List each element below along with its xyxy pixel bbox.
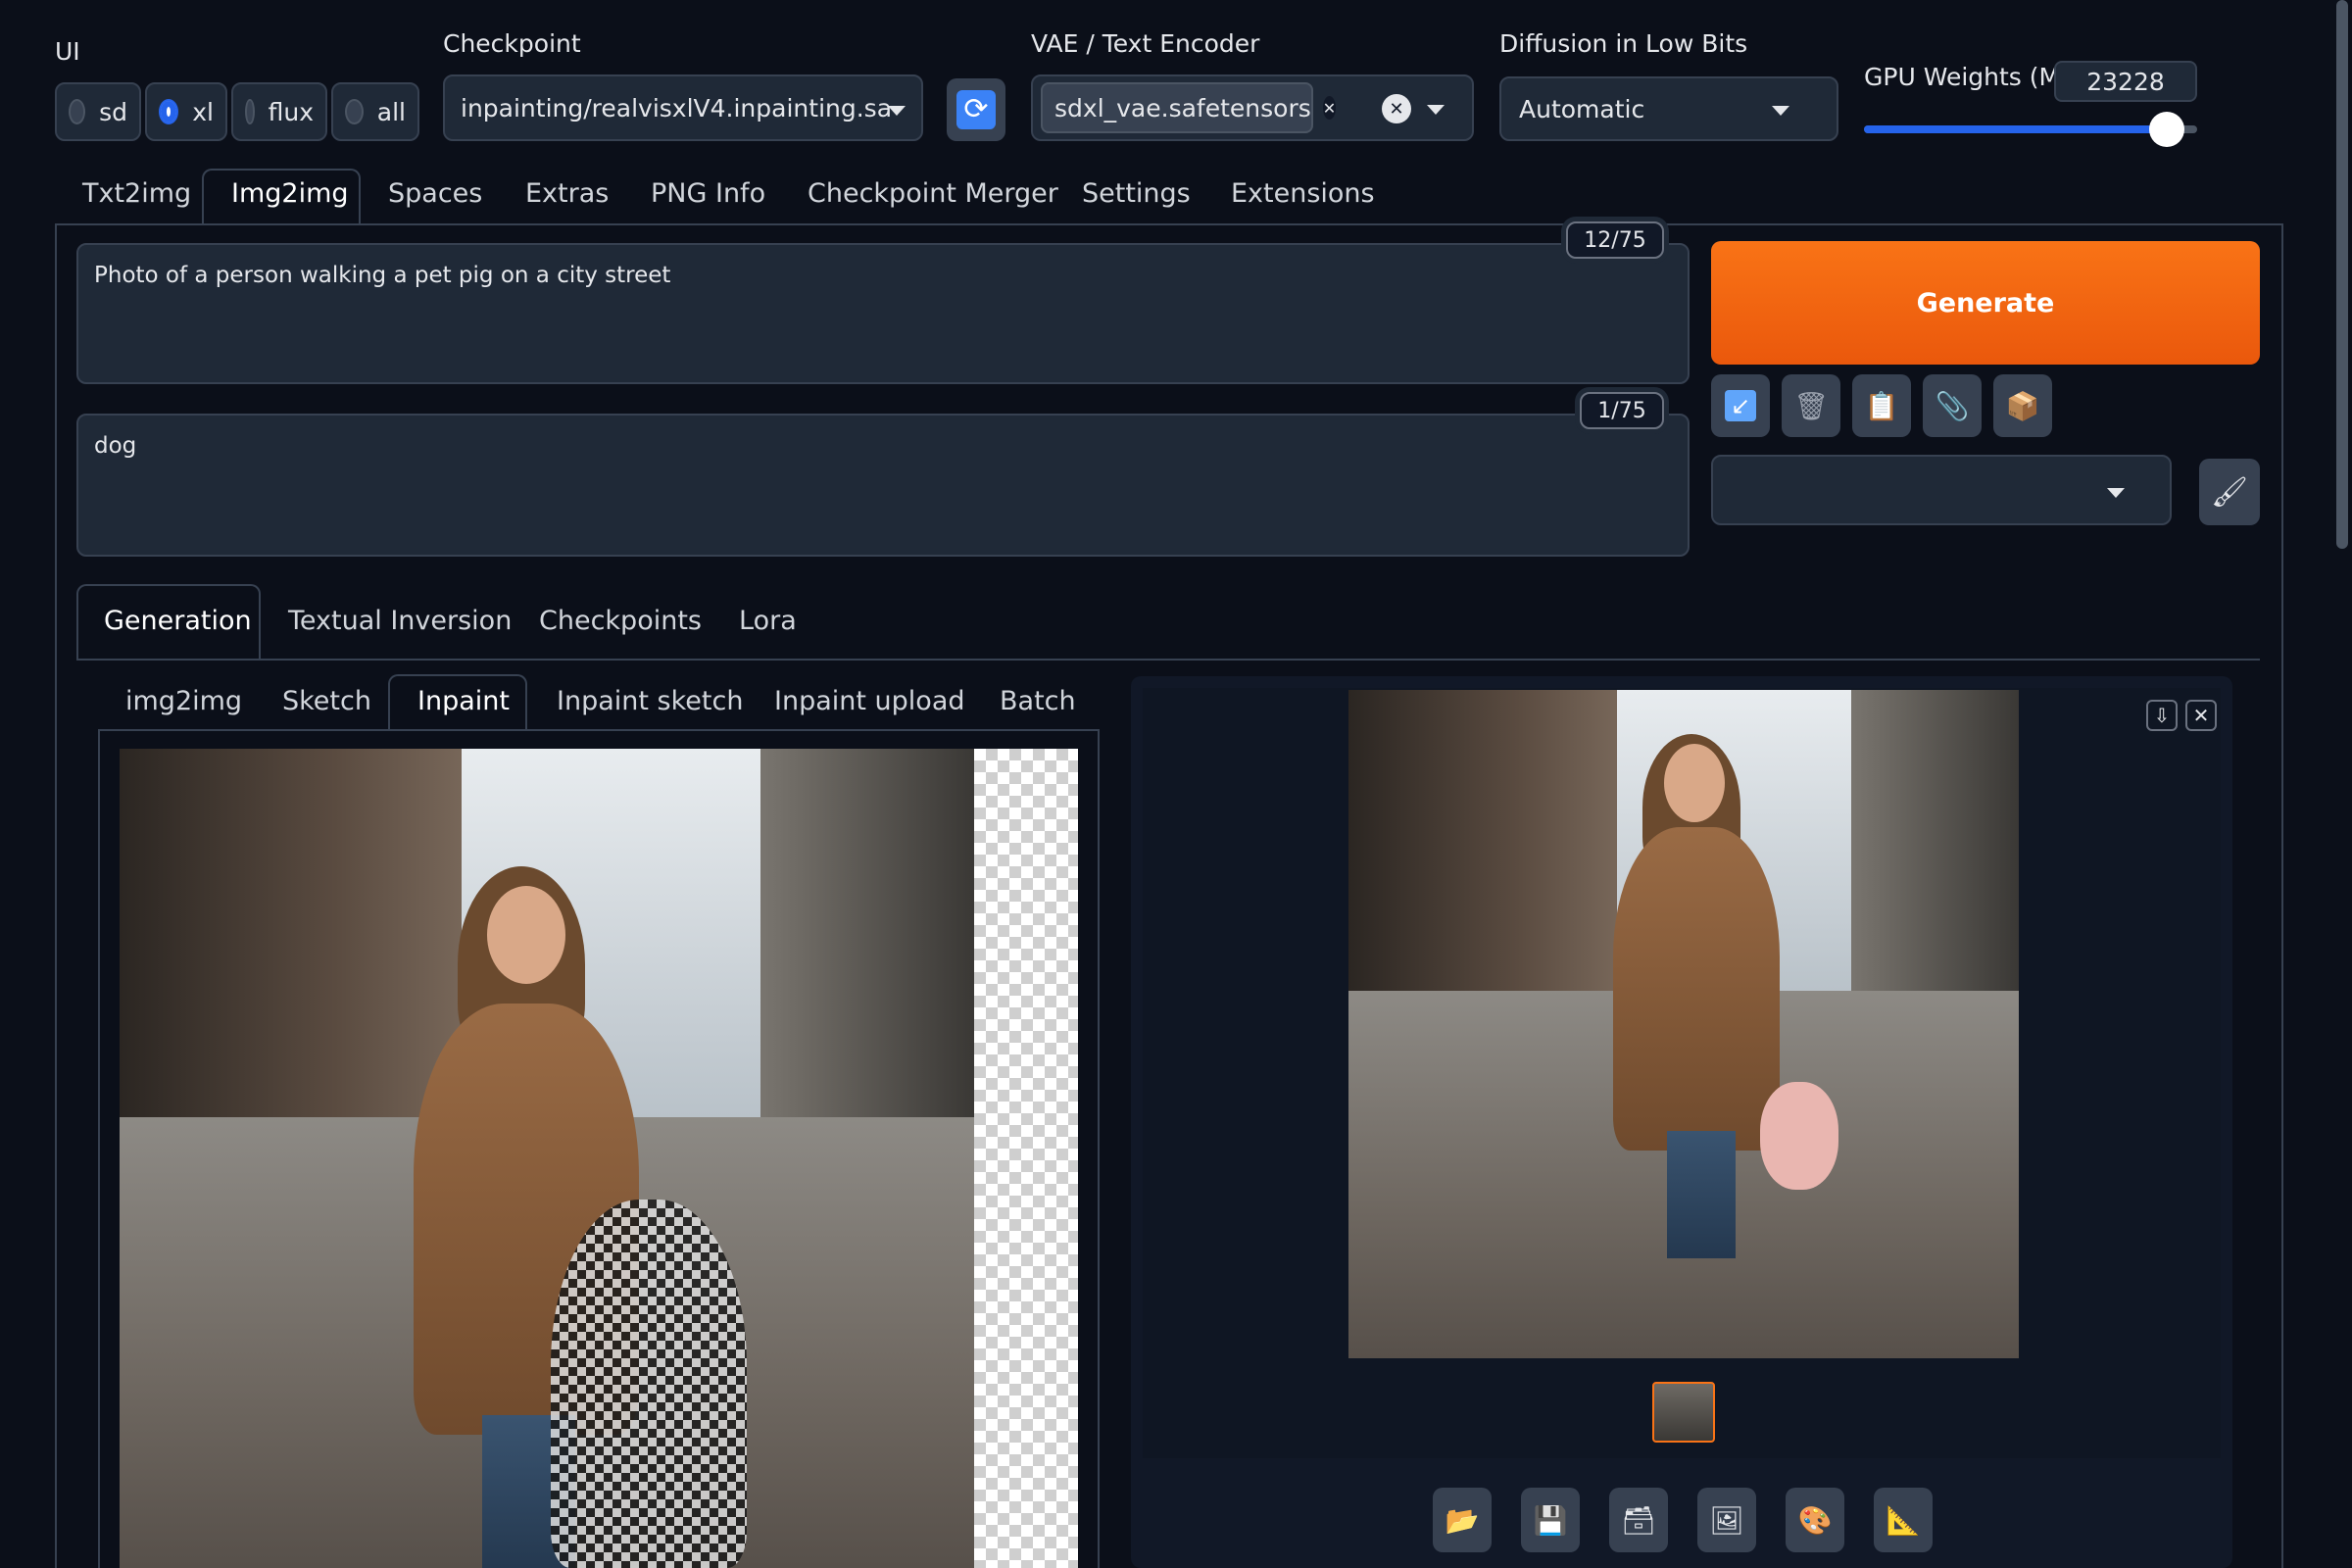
negative-token-counter: 1/75 [1580, 392, 1664, 429]
checkpoint-label: Checkpoint [443, 29, 581, 58]
radio-dot [69, 99, 86, 124]
radio-sd[interactable]: sd [55, 82, 141, 141]
save-button[interactable]: 💾 [1521, 1488, 1580, 1552]
clipboard-icon: 📋 [1864, 389, 1899, 422]
vae-label: VAE / Text Encoder [1031, 29, 1260, 58]
checkpoint-value: inpainting/realvisxlV4.inpainting.safete… [461, 93, 892, 122]
tab-inpaint-upload[interactable]: Inpaint upload [774, 686, 965, 716]
chevron-down-icon[interactable] [1427, 105, 1445, 115]
palette-icon: 🎨 [1797, 1503, 1833, 1537]
trash-icon: 🗑 [1793, 389, 1829, 422]
generated-image[interactable] [1348, 690, 2019, 1358]
tab-img2img[interactable]: Img2img [231, 178, 349, 209]
refresh-icon: ⟳ [956, 90, 996, 129]
low-bits-value: Automatic [1519, 94, 1645, 123]
slider-thumb[interactable] [2149, 112, 2185, 147]
paintbrush-icon: 🖌 [2210, 474, 2249, 510]
radio-label: xl [192, 97, 214, 126]
apply-style-button[interactable]: 📋 [1852, 374, 1911, 437]
low-bits-select[interactable]: Automatic [1499, 76, 1838, 141]
radio-dot-selected [159, 99, 179, 124]
ui-label: UI [55, 37, 80, 66]
source-image [120, 749, 974, 1568]
arrow-down-left-icon: ↙ [1725, 390, 1756, 421]
styles-select[interactable] [1711, 455, 2172, 525]
package-icon: 📦 [2005, 389, 2040, 422]
inpaint-canvas[interactable] [120, 749, 1078, 1568]
vae-chip: sdxl_vae.safetensors ✕ [1041, 82, 1337, 133]
gallery-preview: ⇩ ✕ [1143, 688, 2221, 1458]
tab-checkpoints[interactable]: Checkpoints [539, 606, 702, 636]
zip-button[interactable]: 🗃 [1609, 1488, 1668, 1552]
gen-tab-divider [76, 659, 2260, 661]
read-params-button[interactable]: ↙ [1711, 374, 1770, 437]
tab-spaces[interactable]: Spaces [388, 178, 482, 209]
download-icon[interactable]: ⇩ [2146, 700, 2178, 731]
chevron-down-icon [1772, 106, 1789, 116]
chevron-down-icon [888, 106, 906, 116]
transparent-area [974, 749, 1078, 1568]
tab-png-info[interactable]: PNG Info [651, 178, 765, 209]
radio-label: sd [99, 97, 127, 126]
close-icon[interactable]: ✕ [2185, 700, 2217, 731]
radio-label: flux [268, 97, 314, 126]
prompt-token-counter: 12/75 [1566, 221, 1664, 259]
negative-prompt-text: dog [94, 433, 137, 459]
folder-icon: 📂 [1445, 1503, 1480, 1537]
tab-lora[interactable]: Lora [739, 606, 797, 636]
vae-select[interactable]: sdxl_vae.safetensors ✕ ✕ [1031, 74, 1474, 141]
extra-networks-button[interactable]: 📦 [1993, 374, 2052, 437]
vae-chip-label: sdxl_vae.safetensors [1054, 93, 1311, 122]
gallery-thumbnail[interactable] [1652, 1382, 1715, 1443]
radio-xl[interactable]: xl [145, 82, 227, 141]
image-icon: 🖼 [1709, 1503, 1744, 1537]
radio-dot [245, 99, 255, 124]
send-to-img2img-button[interactable]: 🖼 [1697, 1488, 1756, 1552]
prompt-textarea[interactable]: Photo of a person walking a pet pig on a… [76, 243, 1690, 384]
remove-chip-icon[interactable]: ✕ [1322, 96, 1337, 120]
page-scrollbar[interactable] [2336, 0, 2348, 549]
checkpoint-select[interactable]: inpainting/realvisxlV4.inpainting.safete… [443, 74, 923, 141]
paperclip-icon: 📎 [1935, 389, 1970, 422]
radio-flux[interactable]: flux [231, 82, 327, 141]
tab-extensions[interactable]: Extensions [1231, 178, 1375, 209]
tab-inpaint[interactable]: Inpaint [417, 686, 510, 716]
prompt-text: Photo of a person walking a pet pig on a… [94, 263, 671, 288]
tab-extras[interactable]: Extras [525, 178, 609, 209]
low-bits-label: Diffusion in Low Bits [1499, 29, 1748, 58]
slider-fill [1864, 125, 2168, 133]
tab-generation[interactable]: Generation [104, 606, 252, 636]
inpaint-mask [551, 1200, 747, 1568]
save-icon: 💾 [1533, 1503, 1568, 1537]
refresh-button[interactable]: ⟳ [947, 78, 1005, 141]
clear-prompt-button[interactable]: 🗑 [1782, 374, 1840, 437]
radio-dot [345, 99, 364, 124]
attach-button[interactable]: 📎 [1923, 374, 1982, 437]
send-to-extras-button[interactable]: 📐 [1874, 1488, 1933, 1552]
tab-textual-inversion[interactable]: Textual Inversion [288, 606, 512, 636]
tab-txt2img[interactable]: Txt2img [82, 178, 191, 209]
generate-button[interactable]: Generate [1711, 241, 2260, 365]
edit-styles-button[interactable]: 🖌 [2199, 459, 2260, 525]
tab-img2img-sub[interactable]: img2img [125, 686, 242, 716]
negative-prompt-textarea[interactable]: dog [76, 414, 1690, 557]
gpu-weights-input[interactable]: 23228 [2054, 61, 2197, 102]
send-to-inpaint-button[interactable]: 🎨 [1786, 1488, 1844, 1552]
tab-inpaint-sketch[interactable]: Inpaint sketch [557, 686, 743, 716]
gpu-weights-label: GPU Weights (MB) [1864, 63, 2086, 91]
archive-icon: 🗃 [1621, 1503, 1656, 1537]
chevron-down-icon [2107, 488, 2125, 498]
radio-all[interactable]: all [331, 82, 419, 141]
radio-label: all [376, 97, 406, 126]
tab-settings[interactable]: Settings [1082, 178, 1191, 209]
tab-sketch[interactable]: Sketch [282, 686, 371, 716]
pig-shape [1760, 1082, 1838, 1190]
clear-icon[interactable]: ✕ [1382, 94, 1411, 123]
gpu-weights-slider[interactable] [1864, 112, 2197, 147]
tab-checkpoint-merger[interactable]: Checkpoint Merger [808, 178, 1058, 209]
tab-batch[interactable]: Batch [1000, 686, 1076, 716]
ruler-icon: 📐 [1886, 1503, 1921, 1537]
open-folder-button[interactable]: 📂 [1433, 1488, 1492, 1552]
